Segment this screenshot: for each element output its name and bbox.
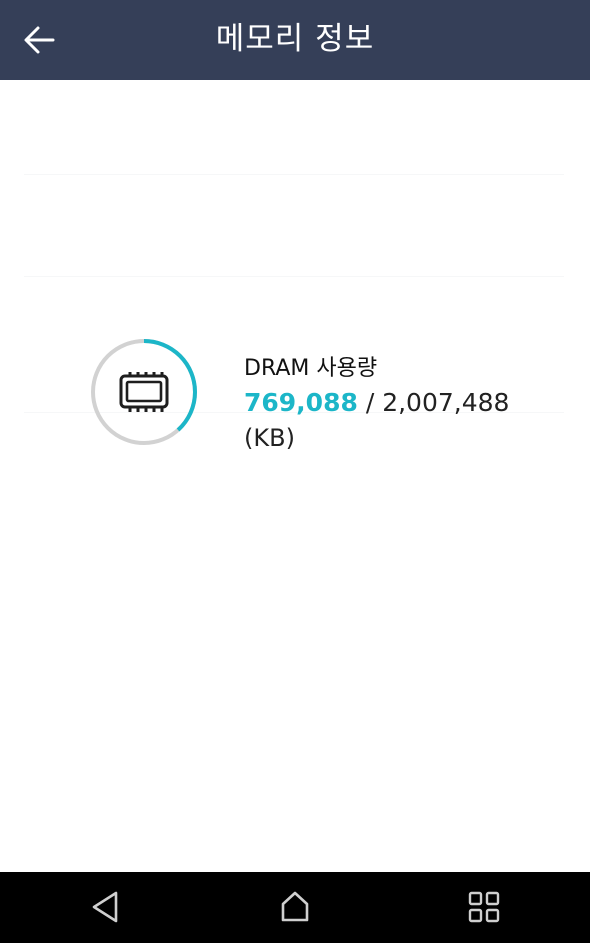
used-memory-value: 769,088 <box>244 388 358 417</box>
unit-label: (KB) <box>244 424 295 452</box>
memory-usage-gauge <box>91 339 197 445</box>
dram-usage-card: DRAM 사용량 769,088 / 2,007,488 (KB) <box>88 336 528 456</box>
usage-values: 769,088 / 2,007,488 <box>244 388 509 417</box>
grid-recents-icon <box>468 891 500 923</box>
nav-home-button[interactable] <box>265 882 325 932</box>
dram-usage-label: DRAM 사용량 <box>244 356 378 381</box>
divider <box>24 276 564 277</box>
home-icon <box>281 891 309 922</box>
nav-back-button[interactable] <box>76 882 136 932</box>
page-title: 메모리 정보 <box>215 21 375 57</box>
total-memory-value: 2,007,488 <box>382 388 510 417</box>
triangle-back-icon <box>92 891 118 923</box>
app-bar: 메모리 정보 <box>0 0 590 80</box>
memory-chip-icon <box>119 372 169 412</box>
content-area: DRAM 사용량 769,088 / 2,007,488 (KB) <box>0 80 590 872</box>
system-nav-bar <box>0 872 590 943</box>
value-separator: / <box>357 388 383 417</box>
nav-recents-button[interactable] <box>454 882 514 932</box>
screen: 메모리 정보 DRAM 사용량 769,088 / 2,007,488 (KB) <box>0 0 590 943</box>
divider <box>24 174 564 175</box>
